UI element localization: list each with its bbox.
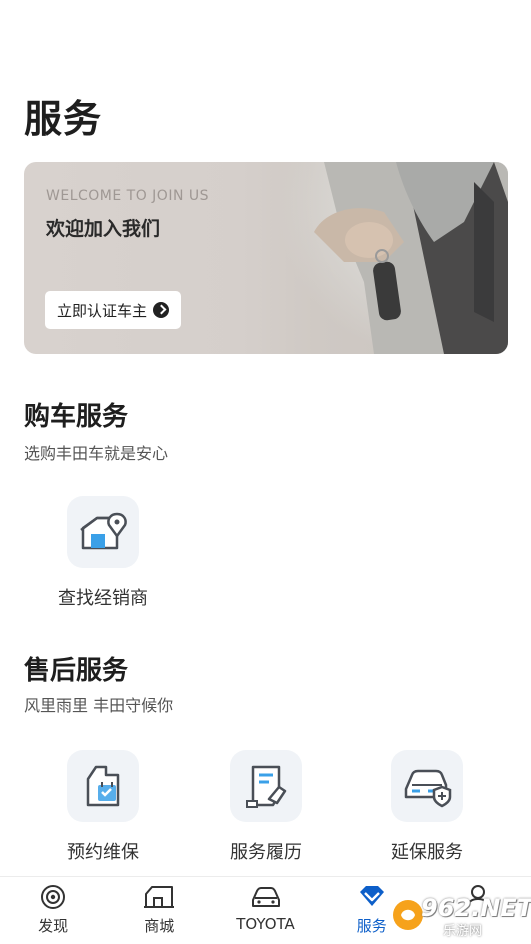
extended-warranty-icon	[391, 750, 463, 822]
banner-title: 欢迎加入我们	[46, 218, 161, 240]
find-dealer-label: 查找经销商	[58, 588, 148, 609]
owner-certification-banner[interactable]: WELCOME TO JOIN US 欢迎加入我们 立即认证车主	[24, 162, 508, 354]
purchase-section-subtitle: 选购丰田车就是安心	[24, 444, 169, 463]
arrow-right-icon	[153, 302, 170, 318]
watermark-icon	[393, 900, 423, 930]
aftersales-section-subtitle: 风里雨里 丰田守候你	[24, 696, 174, 715]
tab-service-label: 服务	[356, 917, 387, 935]
service-history-icon	[230, 750, 302, 822]
maintenance-booking-label: 预约维保	[67, 842, 139, 863]
dealer-location-icon	[67, 496, 139, 568]
tab-store[interactable]: 商城	[106, 877, 212, 944]
watermark-subtext: 乐游网	[443, 924, 483, 939]
purchase-section-title: 购车服务	[24, 402, 129, 432]
extended-warranty-label: 延保服务	[391, 842, 463, 863]
service-history-label: 服务履历	[230, 842, 302, 863]
service-icon	[355, 883, 389, 911]
maintenance-booking-button[interactable]: 预约维保	[33, 750, 173, 864]
store-icon	[142, 883, 176, 911]
aftersales-section-title: 售后服务	[24, 656, 129, 686]
certify-owner-button[interactable]: 立即认证车主	[45, 291, 182, 329]
car-icon	[249, 883, 283, 911]
page-title: 服务	[24, 97, 103, 141]
service-history-button[interactable]: 服务履历	[196, 750, 336, 864]
banner-subtitle: WELCOME TO JOIN US	[46, 188, 210, 204]
tab-store-label: 商城	[144, 917, 175, 935]
watermark-logo: 962.NET 乐游网	[391, 890, 531, 939]
tab-toyota[interactable]: TOYOTA	[212, 877, 318, 944]
watermark-text: 962.NET	[421, 894, 531, 922]
find-dealer-button[interactable]: 查找经销商	[33, 496, 173, 610]
maintenance-booking-icon	[67, 750, 139, 822]
discover-icon	[36, 883, 70, 911]
tab-toyota-label: TOYOTA	[236, 915, 295, 933]
certify-owner-button-label: 立即认证车主	[57, 301, 148, 320]
tab-discover-label: 发现	[38, 917, 69, 935]
extended-warranty-button[interactable]: 延保服务	[357, 750, 497, 864]
tab-discover[interactable]: 发现	[0, 877, 106, 944]
